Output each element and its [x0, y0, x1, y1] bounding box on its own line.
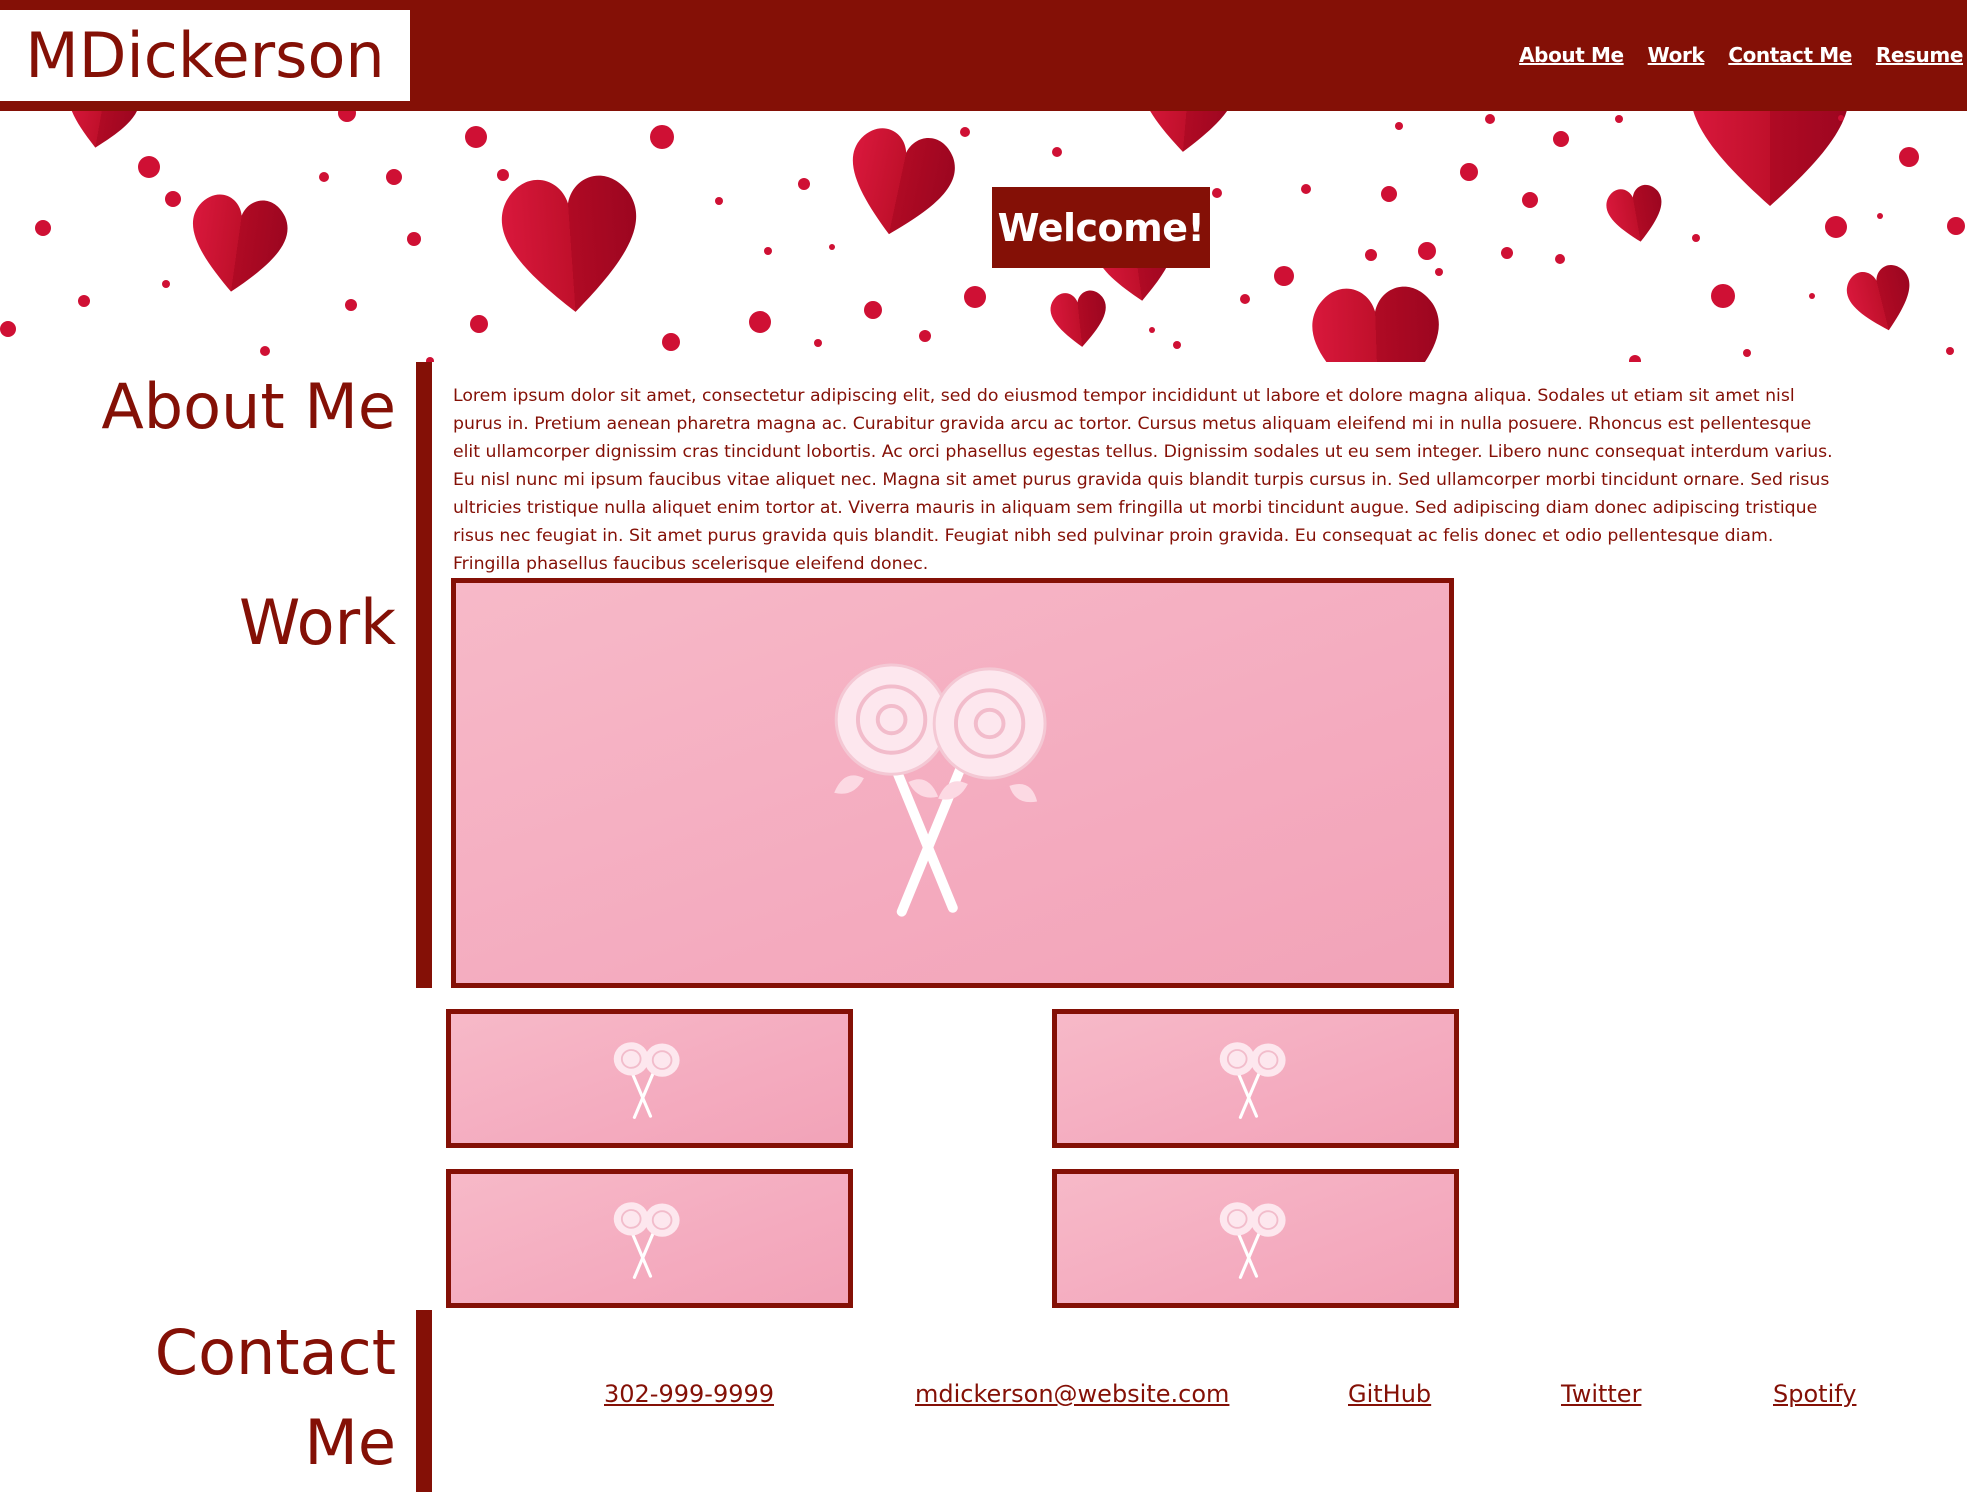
nav-contact-me[interactable]: Contact Me — [1728, 40, 1852, 70]
hero-banner: Welcome! — [0, 111, 1967, 362]
work-thumbnail-3[interactable] — [446, 1169, 853, 1308]
work-title: Work — [239, 586, 396, 659]
work-thumbnail-1[interactable] — [446, 1009, 853, 1148]
contact-email-link[interactable]: mdickerson@website.com — [915, 1380, 1229, 1408]
work-thumbnail-4[interactable] — [1052, 1169, 1459, 1308]
contact-me-title-line2: Me — [304, 1406, 396, 1479]
about-me-title: About Me — [101, 370, 396, 443]
lollipops-photo-icon — [613, 1202, 680, 1279]
brand-logo[interactable]: MDickerson — [0, 10, 410, 101]
section-divider-bar — [416, 362, 432, 988]
lollipops-photo-icon — [1219, 1202, 1286, 1279]
contact-github-link[interactable]: GitHub — [1348, 1380, 1431, 1408]
nav-work[interactable]: Work — [1648, 40, 1705, 70]
lollipops-photo-icon — [834, 663, 1047, 917]
contact-links: 302-999-9999 mdickerson@website.com GitH… — [453, 1380, 1953, 1420]
nav-resume[interactable]: Resume — [1876, 40, 1964, 70]
contact-phone-link[interactable]: 302-999-9999 — [604, 1380, 774, 1408]
welcome-badge: Welcome! — [992, 187, 1210, 268]
main-nav: About Me Work Contact Me Resume — [1519, 40, 1967, 70]
work-thumbnail-2[interactable] — [1052, 1009, 1459, 1148]
contact-spotify-link[interactable]: Spotify — [1773, 1380, 1856, 1408]
lollipops-photo-icon — [613, 1042, 680, 1119]
contact-me-title-line1: Contact — [154, 1316, 396, 1389]
about-me-text: Lorem ipsum dolor sit amet, consectetur … — [453, 386, 1833, 574]
site-header: MDickerson About Me Work Contact Me Resu… — [0, 0, 1967, 111]
work-featured-image[interactable] — [451, 578, 1454, 988]
section-divider-bar — [416, 1310, 432, 1492]
hearts-pattern-icon — [0, 111, 1965, 362]
contact-twitter-link[interactable]: Twitter — [1561, 1380, 1641, 1408]
nav-about-me[interactable]: About Me — [1519, 40, 1624, 70]
lollipops-photo-icon — [1219, 1042, 1286, 1119]
